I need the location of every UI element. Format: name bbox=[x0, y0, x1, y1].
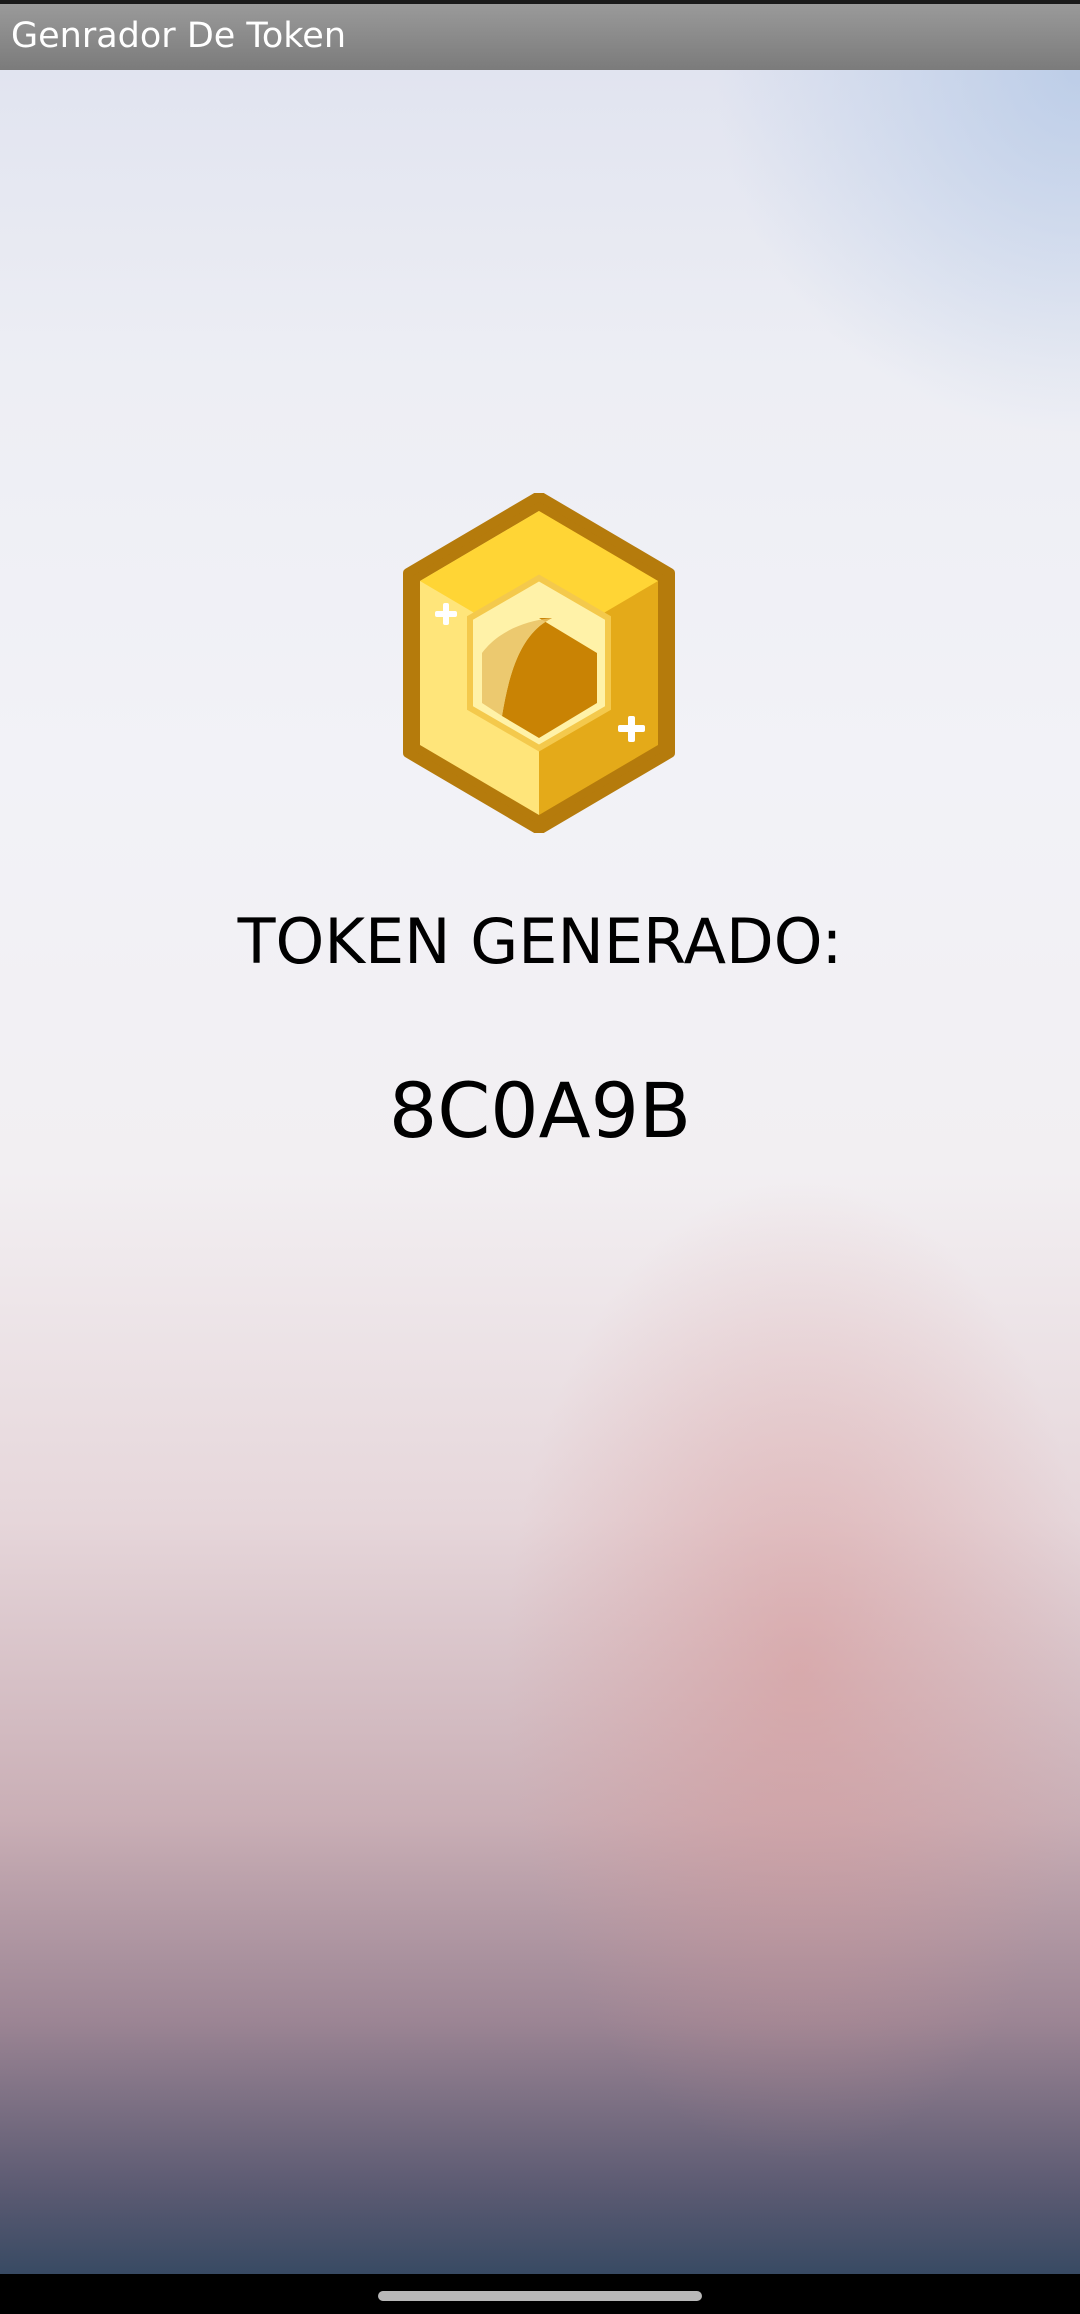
token-label: TOKEN GENERADO: bbox=[237, 905, 843, 978]
token-cube-icon bbox=[403, 493, 675, 833]
main-content: TOKEN GENERADO: 8C0A9B bbox=[0, 70, 1080, 2274]
app-title-bar: Genrador De Token bbox=[0, 4, 1080, 70]
app-title: Genrador De Token bbox=[11, 16, 347, 56]
token-value: 8C0A9B bbox=[388, 1066, 692, 1155]
navigation-bar bbox=[0, 2274, 1080, 2314]
app-screen: Genrador De Token TOKEN GENERADO: 8C0A9B bbox=[0, 0, 1080, 2314]
home-gesture-handle[interactable] bbox=[378, 2291, 702, 2301]
